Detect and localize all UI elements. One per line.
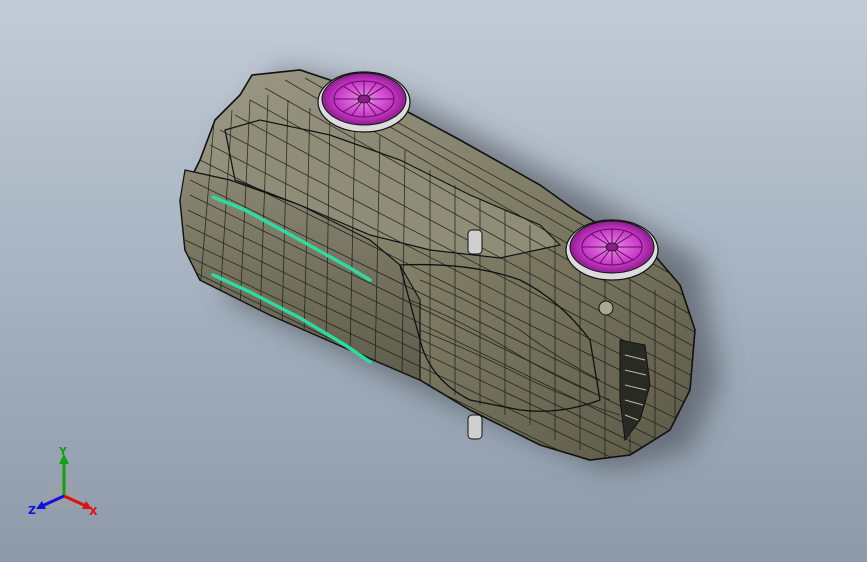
- rear-wheel[interactable]: [317, 71, 411, 133]
- triad-z-label: Z: [28, 504, 36, 517]
- mirror-tab-lower: [467, 414, 483, 440]
- cad-viewport[interactable]: Y Z X: [0, 0, 867, 562]
- headlight: [598, 300, 614, 316]
- front-wheel[interactable]: [565, 219, 659, 281]
- mirror-tab-upper: [467, 229, 483, 255]
- triad-x-label: X: [89, 505, 98, 518]
- car-model[interactable]: [0, 0, 867, 562]
- coordinate-triad: Y Z X: [26, 445, 106, 528]
- triad-y-label: Y: [59, 445, 67, 458]
